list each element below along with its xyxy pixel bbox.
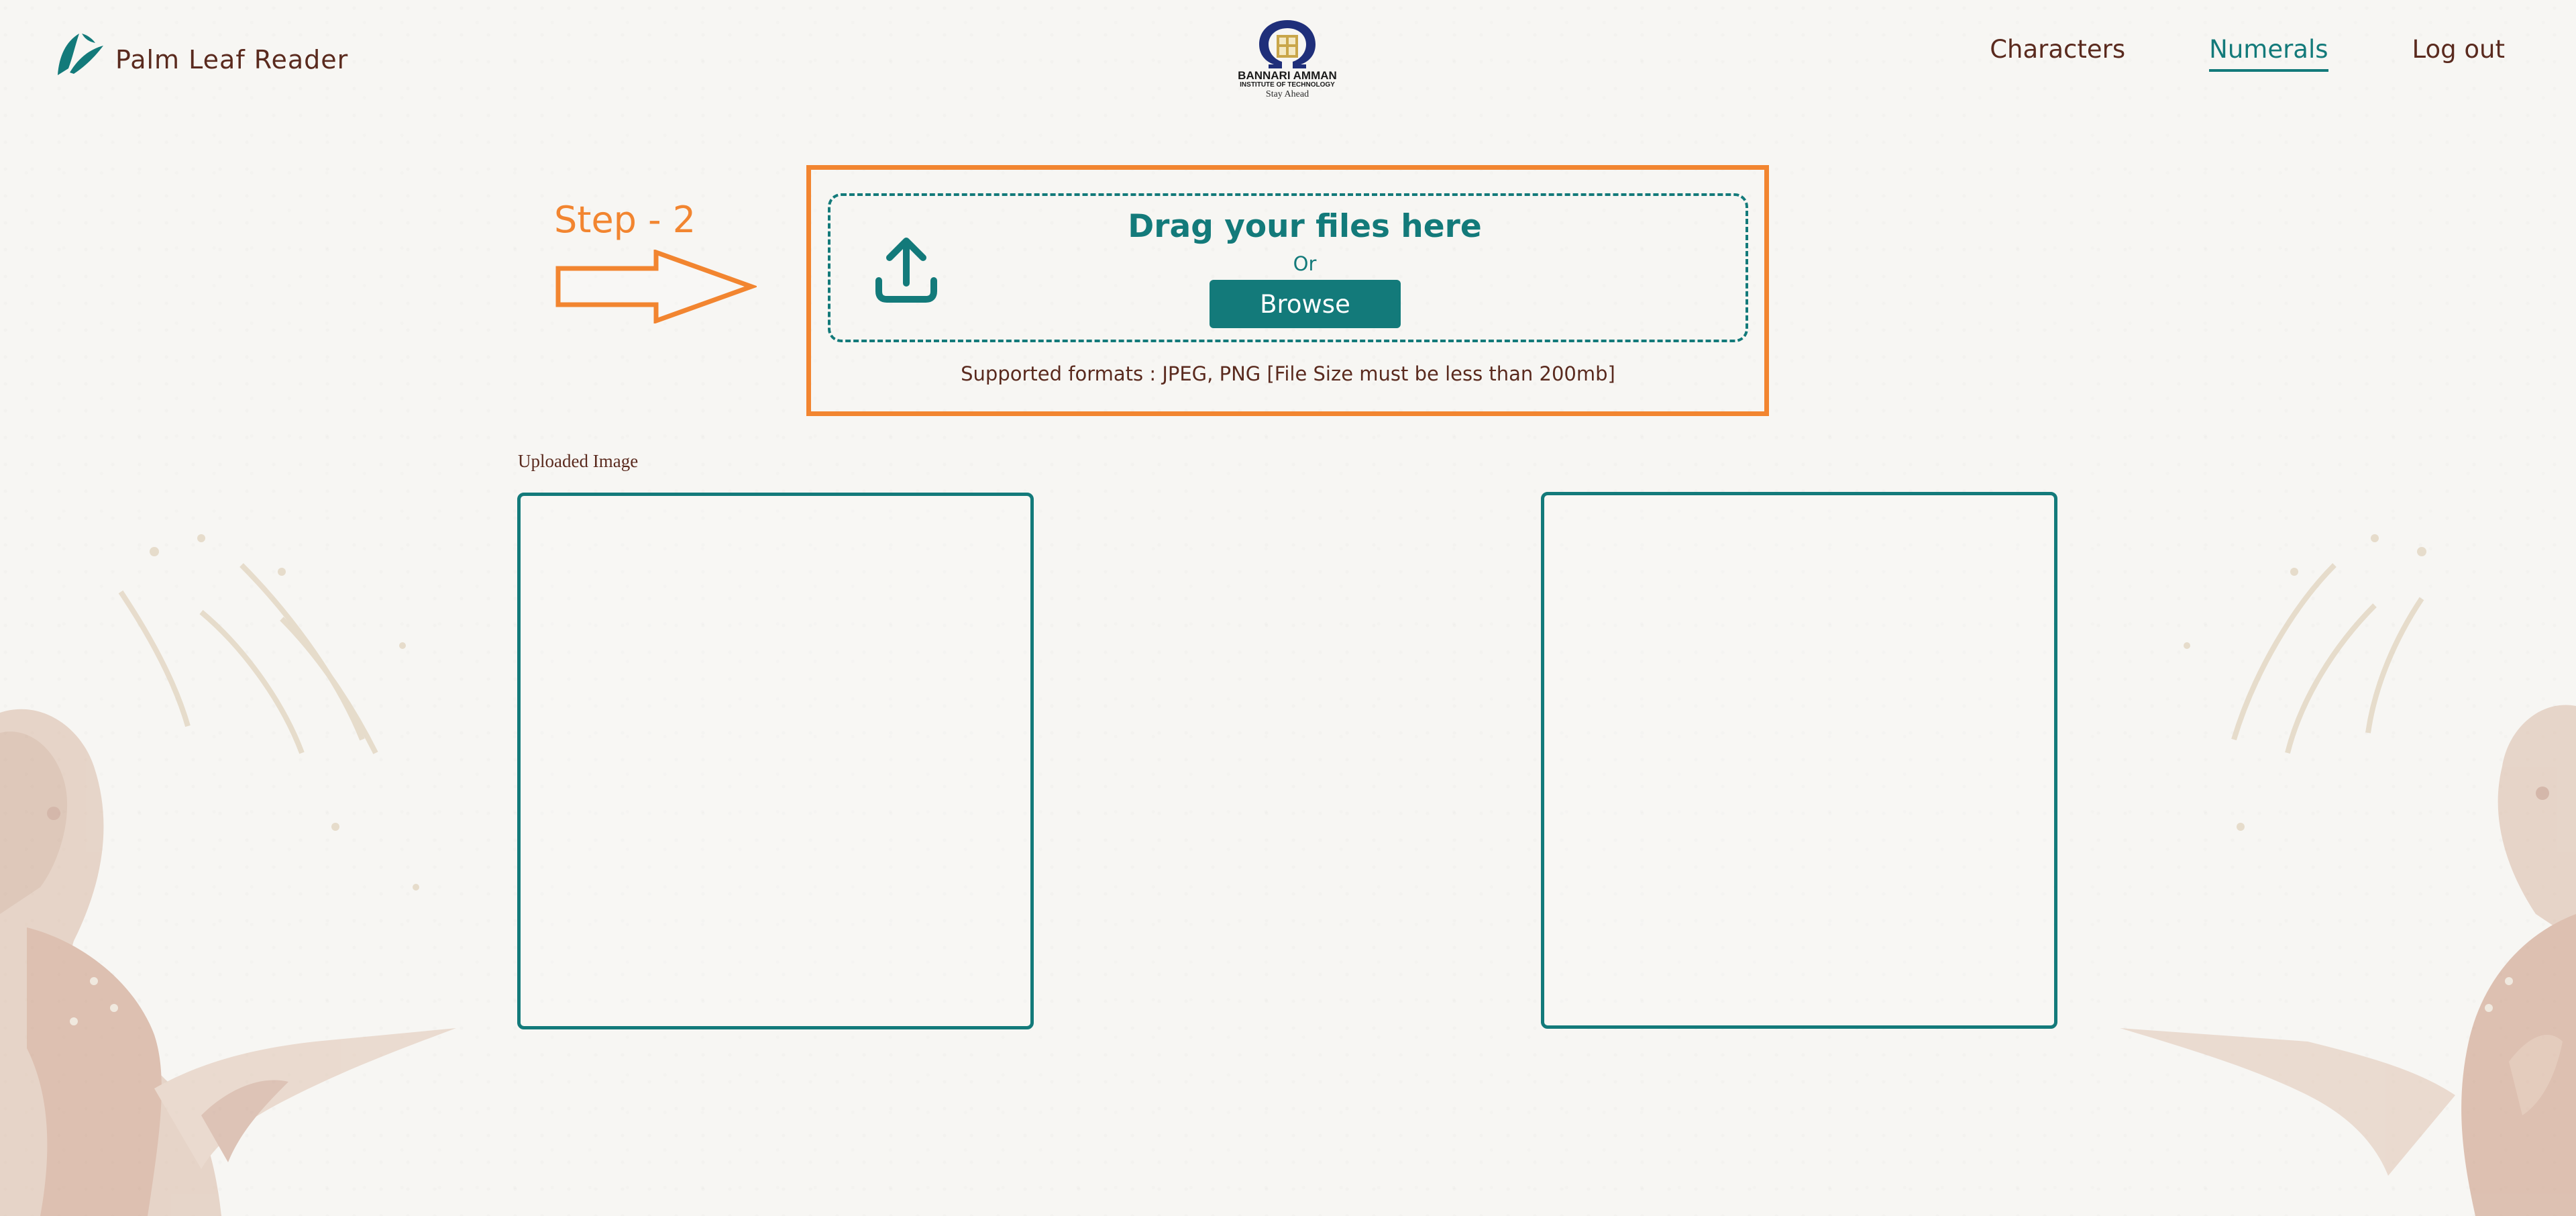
uploaded-image-label: Uploaded Image [518,451,639,471]
supported-formats-text: Supported formats : JPEG, PNG [File Size… [961,362,1615,385]
top-nav: Characters Numerals Log out [1990,35,2505,72]
nav-log-out[interactable]: Log out [2412,35,2505,72]
step-label: Step - 2 [554,199,696,241]
dropzone-title: Drag your files here [1128,208,1482,245]
nav-characters[interactable]: Characters [1990,35,2125,72]
institute-logo: BANNARI AMMAN INSTITUTE OF TECHNOLOGY St… [1232,17,1343,111]
upload-icon [875,238,937,303]
step-arrow-icon [555,250,757,323]
nav-numerals[interactable]: Numerals [2209,35,2328,72]
result-image-panel [1541,492,2057,1029]
decorative-figure-right [2120,534,2576,1216]
institute-subtitle: INSTITUTE OF TECHNOLOGY [1240,81,1335,89]
institute-name: BANNARI AMMAN [1238,69,1337,82]
decorative-figure-left [0,534,456,1216]
institute-tagline: Stay Ahead [1265,89,1309,99]
uploaded-image-panel [517,493,1034,1029]
browse-button[interactable]: Browse [1210,280,1401,328]
palm-leaf-logo-icon [58,34,103,75]
institute-emblem-icon [1259,20,1316,68]
dropzone-or-text: Or [1293,252,1317,275]
brand[interactable]: Palm Leaf Reader [55,30,348,79]
brand-name: Palm Leaf Reader [115,45,349,74]
